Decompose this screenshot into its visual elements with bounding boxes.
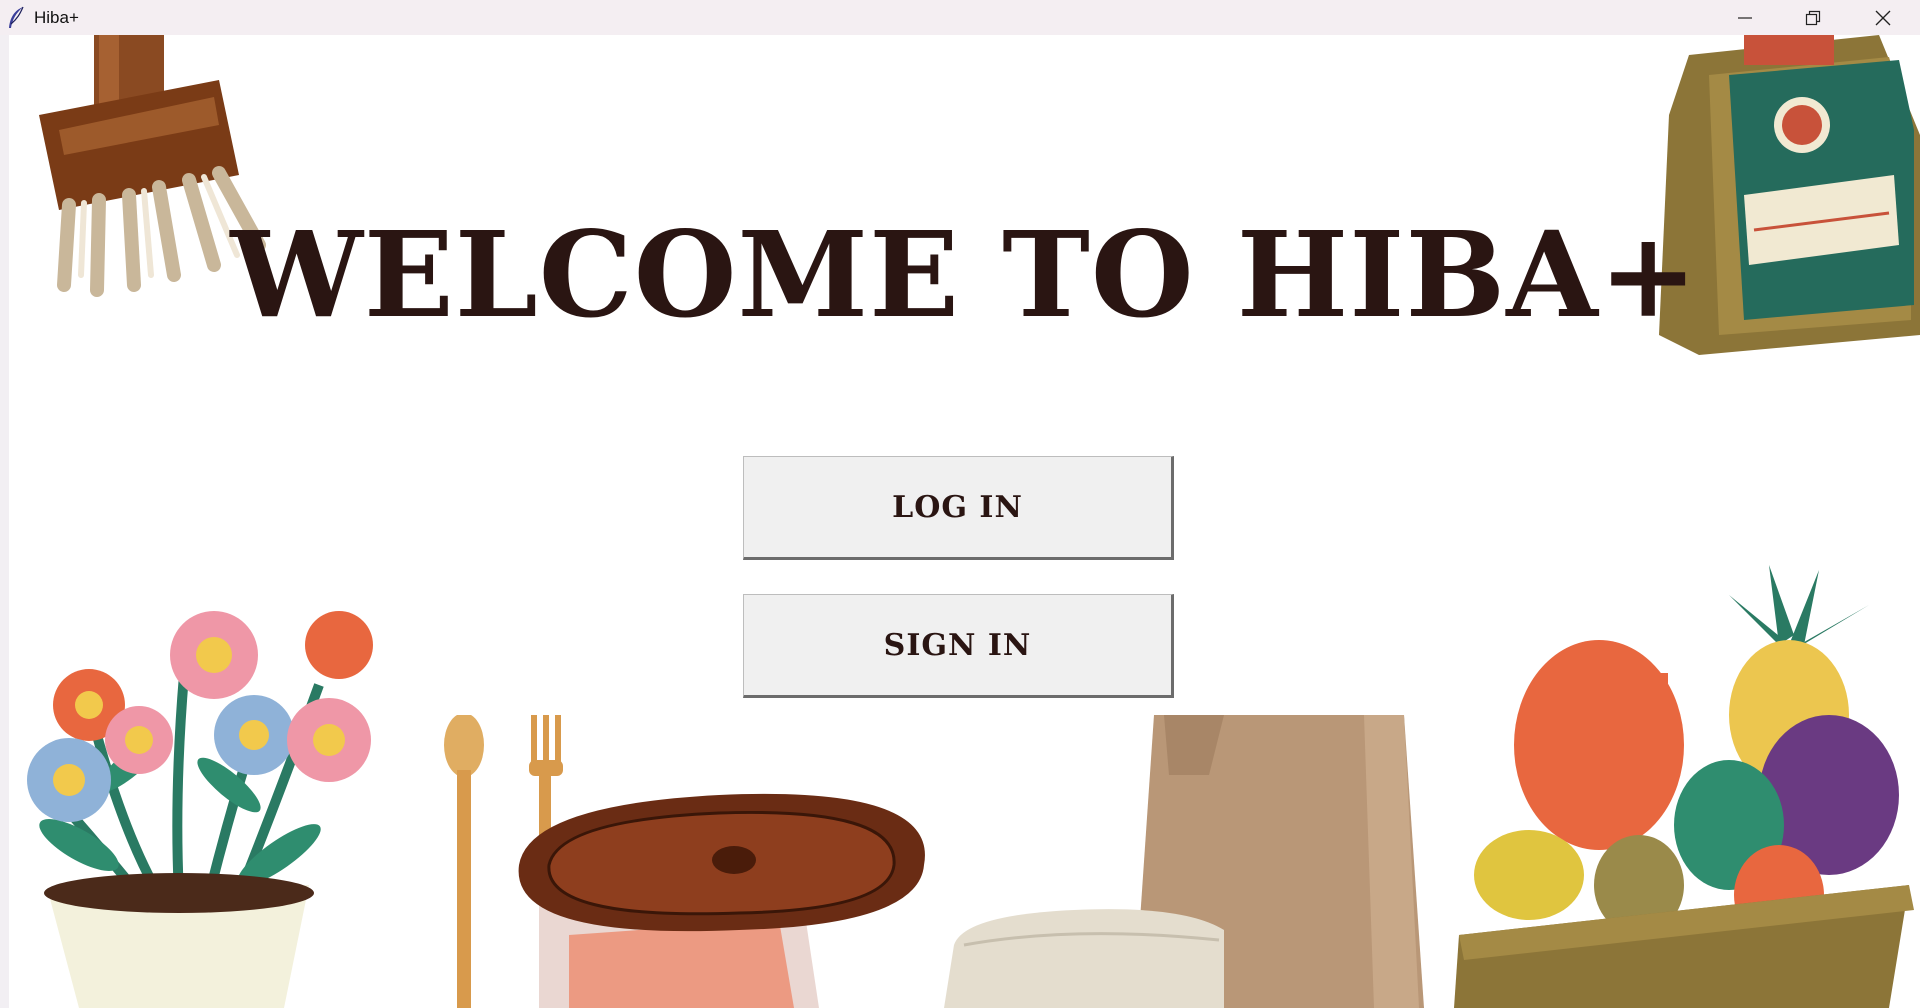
close-icon (1875, 10, 1891, 25)
fruit-basket-illustration (1454, 565, 1914, 1008)
minimize-button[interactable] (1710, 0, 1780, 35)
close-button[interactable] (1848, 0, 1918, 35)
sign-in-button[interactable]: SIGN IN (743, 594, 1174, 698)
restore-button[interactable] (1778, 0, 1848, 35)
log-in-button[interactable]: LOG IN (743, 456, 1174, 560)
feather-icon (9, 6, 24, 28)
paper-bag-illustration (944, 715, 1424, 1008)
welcome-screen: WELCOME TO HIBA+ LOG IN SIGN IN (9, 35, 1920, 1008)
welcome-heading: WELCOME TO HIBA+ (230, 205, 1699, 344)
window-title: Hiba+ (34, 8, 79, 27)
window-border (0, 35, 9, 1008)
food-container-illustration (444, 715, 925, 1008)
title-bar: Hiba+ (0, 0, 1920, 35)
flower-pot-illustration (27, 611, 373, 1008)
restore-icon (1805, 10, 1821, 25)
minimize-icon (1738, 16, 1752, 19)
